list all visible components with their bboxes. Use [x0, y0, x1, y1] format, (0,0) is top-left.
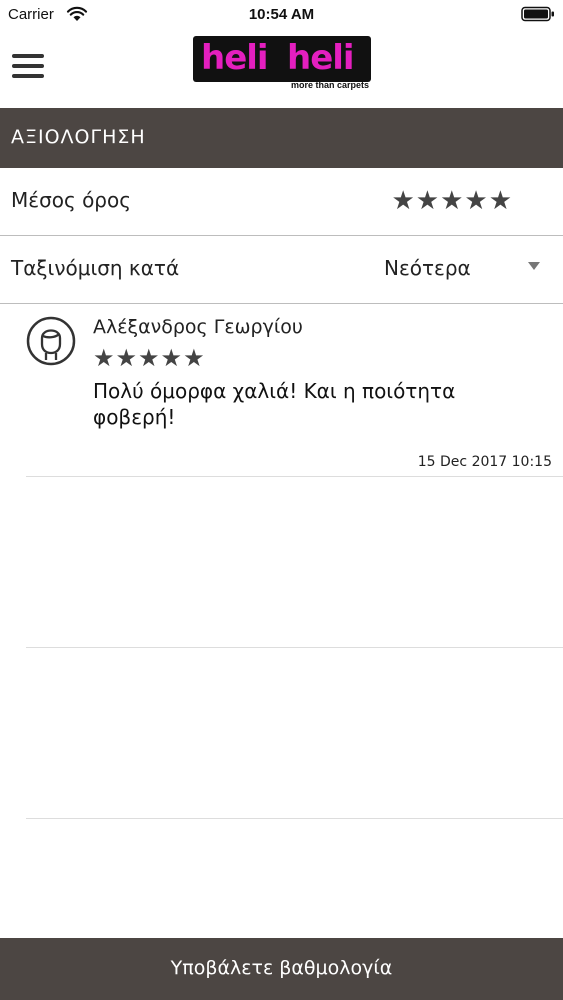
section-title: ΑΞΙΟΛΟΓΗΣΗ	[11, 126, 146, 148]
app-header: heli heli more than carpets	[0, 30, 563, 108]
submit-rating-button[interactable]: Υποβάλετε βαθμολογία	[0, 938, 563, 1000]
sort-label: Ταξινόμιση κατά	[11, 256, 180, 280]
battery-icon	[521, 6, 554, 22]
review-item: Αλέξανδρος Γεωργίου ★★★★★ Πολύ όμορφα χα…	[0, 304, 563, 476]
review-text: Πολύ όμορφα χαλιά! Και η ποιότητα φοβερή…	[93, 379, 456, 429]
average-stars: ★★★★★	[391, 186, 513, 216]
status-bar: Carrier 10:54 AM	[0, 0, 563, 30]
logo-tagline: more than carpets	[290, 80, 369, 90]
user-avatar-icon	[26, 316, 76, 366]
sort-selected-value[interactable]: Νεότερα	[384, 256, 471, 280]
logo: heli heli more than carpets	[193, 36, 371, 92]
logo-word-second: heli	[287, 38, 355, 78]
reviews-list[interactable]: Αλέξανδρος Γεωργίου ★★★★★ Πολύ όμορφα χα…	[0, 304, 563, 938]
review-date: 15 Dec 2017 10:15	[417, 454, 552, 470]
submit-rating-label: Υποβάλετε βαθμολογία	[170, 957, 393, 979]
sort-selector[interactable]: Ταξινόμιση κατά Νεότερα	[0, 236, 563, 304]
review-stars: ★★★★★	[93, 344, 206, 372]
hamburger-menu-icon[interactable]	[12, 54, 44, 82]
list-divider	[26, 476, 563, 477]
section-header: ΑΞΙΟΛΟΓΗΣΗ	[0, 108, 563, 168]
average-rating-row: Μέσος όρος ★★★★★	[0, 168, 563, 236]
logo-background: heli heli	[193, 36, 371, 82]
dropdown-arrow-icon[interactable]	[528, 262, 540, 270]
list-divider	[26, 818, 563, 819]
average-label: Μέσος όρος	[11, 188, 131, 212]
list-divider	[26, 647, 563, 648]
reviewer-name: Αλέξανδρος Γεωργίου	[93, 316, 303, 338]
logo-word-first: heli	[201, 38, 269, 78]
status-time: 10:54 AM	[248, 6, 315, 23]
